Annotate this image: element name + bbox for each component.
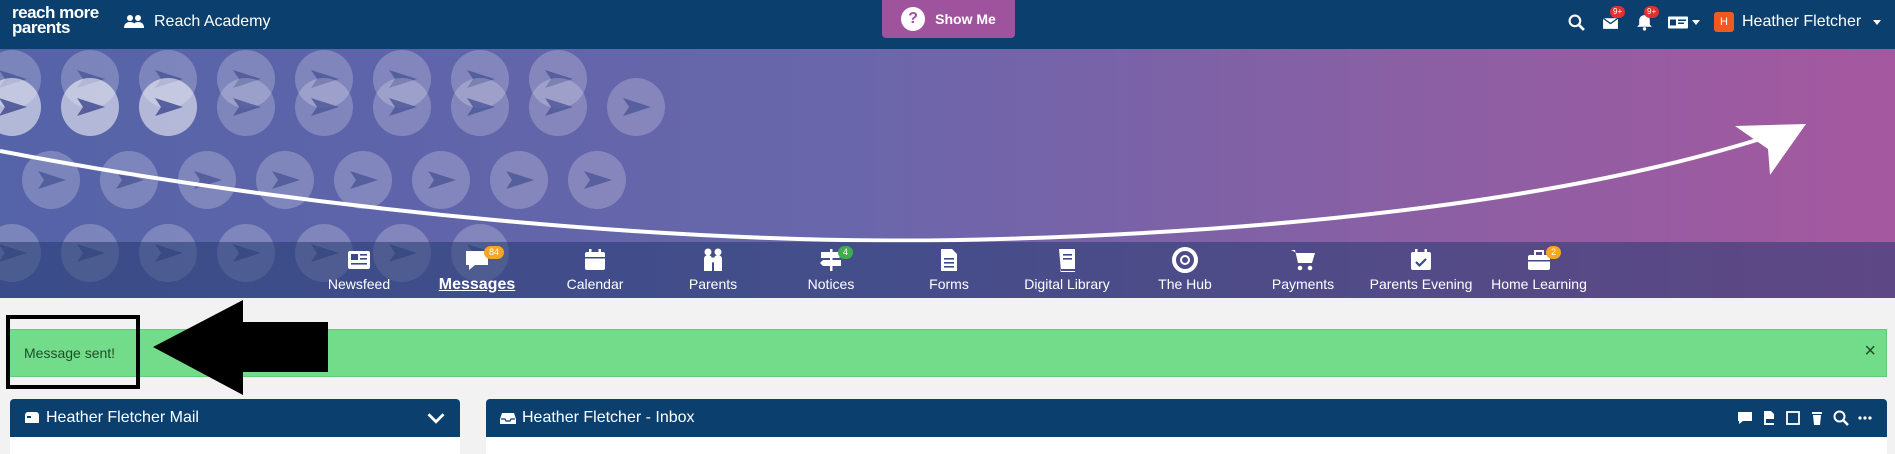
school-selector[interactable]: Reach Academy xyxy=(124,13,271,31)
logo-line2: parents xyxy=(12,18,70,37)
nav-the-hub[interactable]: The Hub xyxy=(1130,246,1240,292)
nav-label: Notices xyxy=(807,276,855,292)
nav-digital-library[interactable]: Digital Library xyxy=(1012,246,1122,292)
nav-label: Forms xyxy=(929,276,969,292)
nav-label: Newsfeed xyxy=(327,276,391,292)
csv-export-icon[interactable] xyxy=(1761,410,1777,426)
show-me-button[interactable]: ? Show Me xyxy=(882,0,1015,38)
nav-notices[interactable]: 4 Notices xyxy=(776,246,886,292)
bell-badge: 9+ xyxy=(1644,6,1660,18)
nav-label: Home Learning xyxy=(1491,276,1587,292)
calendar-icon xyxy=(585,249,605,270)
nav-parents-evening[interactable]: Parents Evening xyxy=(1366,246,1476,292)
family-icon xyxy=(704,248,722,271)
bell-icon[interactable]: 9+ xyxy=(1634,6,1660,32)
mailbox-icon xyxy=(25,412,39,423)
select-all-checkbox-icon[interactable] xyxy=(1785,410,1801,426)
inbox-icon xyxy=(500,413,516,424)
app-logo[interactable]: reach more parents xyxy=(12,4,102,37)
comment-icon[interactable] xyxy=(1737,410,1753,426)
nav-newsfeed[interactable]: Newsfeed xyxy=(304,246,414,292)
id-card-icon[interactable] xyxy=(1668,12,1700,32)
mail-folders-header[interactable]: Heather Fletcher Mail xyxy=(10,399,460,437)
top-bar: reach more parents Reach Academy ? Show … xyxy=(0,0,1895,49)
annotation-highlight-box xyxy=(6,315,140,389)
notices-count-badge: 4 xyxy=(838,246,854,259)
avatar: H xyxy=(1714,12,1734,32)
mail-folders-panel: Heather Fletcher Mail xyxy=(10,399,460,454)
users-icon xyxy=(124,15,144,28)
user-menu[interactable]: H Heather Fletcher xyxy=(1714,12,1882,32)
main-nav: Newsfeed 84 Messages Calendar Parents 4 … xyxy=(0,242,1895,298)
panel-title: Heather Fletcher - Inbox xyxy=(522,409,695,426)
mail-badge: 9+ xyxy=(1610,6,1626,18)
more-icon[interactable] xyxy=(1857,410,1873,426)
user-name: Heather Fletcher xyxy=(1742,13,1862,30)
book-icon xyxy=(1059,249,1075,272)
nav-payments[interactable]: Payments xyxy=(1248,246,1358,292)
newspaper-icon xyxy=(348,251,370,269)
nav-messages[interactable]: 84 Messages xyxy=(422,246,532,294)
messages-count-badge: 84 xyxy=(484,246,505,259)
inbox-toolbar xyxy=(1737,410,1873,426)
question-icon: ? xyxy=(901,7,926,31)
annotation-arrow-icon xyxy=(153,300,328,395)
cart-icon xyxy=(1291,250,1315,271)
lifebuoy-icon xyxy=(1172,247,1198,273)
inbox-panel: Heather Fletcher - Inbox xyxy=(486,399,1887,454)
top-icons: 9+ 9+ xyxy=(1566,6,1700,32)
nav-calendar[interactable]: Calendar xyxy=(540,246,650,292)
home-learning-count-badge: 2 xyxy=(1546,246,1562,259)
mail-icon[interactable]: 9+ xyxy=(1600,6,1626,32)
nav-label: Calendar xyxy=(566,276,624,292)
chevron-down-icon xyxy=(1873,19,1882,25)
nav-label: Digital Library xyxy=(1024,276,1110,292)
trash-icon[interactable] xyxy=(1809,410,1825,426)
calendar-check-icon xyxy=(1411,249,1431,270)
nav-label: Parents Evening xyxy=(1369,276,1473,292)
nav-parents[interactable]: Parents xyxy=(658,246,768,292)
nav-forms[interactable]: Forms xyxy=(894,246,1004,292)
school-name: Reach Academy xyxy=(154,13,271,30)
chevron-down-icon[interactable] xyxy=(426,408,446,428)
search-icon[interactable] xyxy=(1566,12,1586,32)
nav-label: Payments xyxy=(1271,276,1335,292)
chevron-down-icon xyxy=(1692,19,1700,25)
close-icon[interactable]: × xyxy=(1864,340,1876,363)
search-icon[interactable] xyxy=(1833,410,1849,426)
document-icon xyxy=(941,249,957,271)
nav-label: The Hub xyxy=(1158,276,1212,292)
show-me-label: Show Me xyxy=(935,11,996,27)
nav-label: Parents xyxy=(688,276,738,292)
inbox-header: Heather Fletcher - Inbox xyxy=(486,399,1887,437)
nav-home-learning[interactable]: 2 Home Learning xyxy=(1484,246,1594,292)
nav-label: Messages xyxy=(438,276,516,293)
panel-title: Heather Fletcher Mail xyxy=(46,409,199,426)
